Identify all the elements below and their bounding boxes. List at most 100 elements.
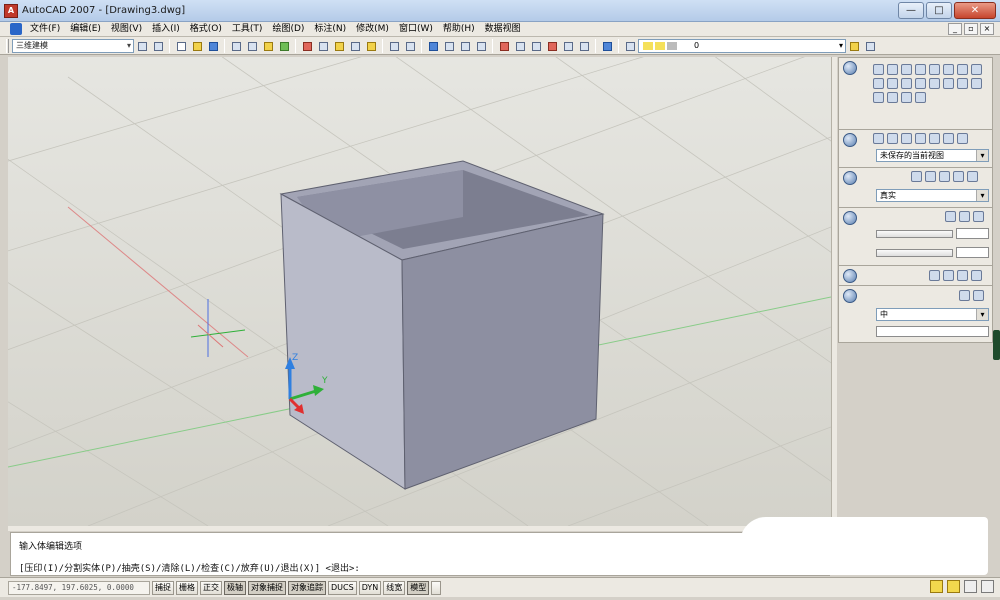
menu-file[interactable]: 文件(F) <box>25 22 65 37</box>
3d-make-panel-icon[interactable] <box>843 61 857 75</box>
lock-icon[interactable] <box>947 580 960 593</box>
dyn-toggle[interactable]: DYN <box>358 580 382 595</box>
3d-navigate-panel-icon[interactable] <box>843 133 857 147</box>
light-panel-icon[interactable] <box>843 211 857 225</box>
markup-icon[interactable] <box>561 39 575 53</box>
intersect-tool-icon[interactable] <box>873 92 884 103</box>
copy-icon[interactable] <box>316 39 330 53</box>
helix-tool-icon[interactable] <box>929 78 940 89</box>
warning-icon[interactable] <box>930 580 943 593</box>
sweep-tool-icon[interactable] <box>887 78 898 89</box>
subtract-tool-icon[interactable] <box>971 78 982 89</box>
perspective-icon[interactable] <box>957 133 968 144</box>
menu-insert[interactable]: 插入(I) <box>147 22 185 37</box>
snap-toggle[interactable]: 捕捉 <box>152 580 174 595</box>
torus-tool-icon[interactable] <box>943 64 954 75</box>
render-window-icon[interactable] <box>973 290 984 301</box>
save-icon[interactable] <box>206 39 220 53</box>
new-icon[interactable] <box>174 39 188 53</box>
model-space-canvas[interactable]: Z Y <box>8 57 831 526</box>
layer-select[interactable]: 0 <box>638 38 846 53</box>
menu-help[interactable]: 帮助(H) <box>438 22 480 37</box>
doc-restore-button[interactable]: ▫ <box>964 23 978 35</box>
visual-style-select[interactable]: 真实 <box>876 189 989 202</box>
command-window[interactable]: 输入体编辑选项 [压印(I)/分割实体(P)/抽壳(S)/清除(L)/检查(C)… <box>10 532 830 576</box>
visual-style-panel-icon[interactable] <box>843 171 857 185</box>
section-tool-icon[interactable] <box>901 92 912 103</box>
cut-icon[interactable] <box>300 39 314 53</box>
wireframe-style-icon[interactable] <box>911 171 922 182</box>
3d-dwf-icon[interactable] <box>277 39 291 53</box>
revolve-tool-icon[interactable] <box>873 78 884 89</box>
union-tool-icon[interactable] <box>957 78 968 89</box>
layer-manager-icon[interactable] <box>623 39 637 53</box>
otrack-toggle[interactable]: 对象追踪 <box>288 580 326 595</box>
redo-icon[interactable] <box>403 39 417 53</box>
ducs-toggle[interactable]: DUCS <box>328 580 357 595</box>
calculator-icon[interactable] <box>577 39 591 53</box>
print-icon[interactable] <box>229 39 243 53</box>
coordinate-display[interactable]: -177.8497, 197.6025, 0.0000 <box>8 580 150 595</box>
drawing-viewport[interactable]: Z Y <box>8 57 831 526</box>
print-preview-icon[interactable] <box>245 39 259 53</box>
materials-icon[interactable] <box>929 270 940 281</box>
menu-modify[interactable]: 修改(M) <box>351 22 394 37</box>
render-quality-select[interactable]: 中 <box>876 308 989 321</box>
osnap-toggle[interactable]: 对象捕捉 <box>248 580 286 595</box>
doc-minimize-button[interactable]: _ <box>948 23 962 35</box>
make-layer-current-icon[interactable] <box>847 39 861 53</box>
menu-view[interactable]: 视图(V) <box>106 22 147 37</box>
default-light-icon[interactable] <box>945 211 956 222</box>
doc-close-button[interactable]: × <box>980 23 994 35</box>
3d-pan-icon[interactable] <box>887 133 898 144</box>
horizontal-scrollbar[interactable] <box>8 526 837 531</box>
3d-zoom-icon[interactable] <box>901 133 912 144</box>
minimize-button[interactable]: — <box>898 2 924 19</box>
layer-previous-icon[interactable] <box>863 39 877 53</box>
menu-dimension[interactable]: 标注(N) <box>309 22 351 37</box>
lineweight-toggle[interactable]: 线宽 <box>383 580 406 595</box>
walk-icon[interactable] <box>915 133 926 144</box>
contrast-value[interactable] <box>956 247 989 258</box>
planar-surface-tool-icon[interactable] <box>943 78 954 89</box>
clean-screen-icon[interactable] <box>981 580 994 593</box>
realistic-style-icon[interactable] <box>939 171 950 182</box>
toolbar-grip[interactable] <box>6 38 9 53</box>
loft-tool-icon[interactable] <box>901 78 912 89</box>
maximize-button[interactable]: □ <box>926 2 952 19</box>
paste-icon[interactable] <box>332 39 346 53</box>
publish-icon[interactable] <box>261 39 275 53</box>
slice-tool-icon[interactable] <box>887 92 898 103</box>
model-toggle[interactable]: 模型 <box>407 580 430 595</box>
material-map-icon[interactable] <box>957 270 968 281</box>
menu-format[interactable]: 格式(O) <box>185 22 227 37</box>
layout-nav-icon[interactable] <box>431 580 442 595</box>
contrast-slider[interactable] <box>876 249 953 257</box>
cone-tool-icon[interactable] <box>901 64 912 75</box>
3d-orbit-icon[interactable] <box>873 133 884 144</box>
vertical-scrollbar[interactable] <box>831 57 837 526</box>
extrude-tool-icon[interactable] <box>971 64 982 75</box>
properties-icon[interactable] <box>497 39 511 53</box>
fly-icon[interactable] <box>929 133 940 144</box>
menu-edit[interactable]: 编辑(E) <box>65 22 106 37</box>
grid-toggle[interactable]: 栅格 <box>176 580 198 595</box>
pyramid-tool-icon[interactable] <box>957 64 968 75</box>
presspull-tool-icon[interactable] <box>915 78 926 89</box>
cylinder-tool-icon[interactable] <box>929 64 940 75</box>
visual-style-manager-icon[interactable] <box>967 171 978 182</box>
block-editor-icon[interactable] <box>364 39 378 53</box>
render-panel-icon[interactable] <box>843 289 857 303</box>
zoom-realtime-icon[interactable] <box>442 39 456 53</box>
zoom-window-icon[interactable] <box>458 39 472 53</box>
3d-move-tool-icon[interactable] <box>915 92 926 103</box>
document-icon[interactable] <box>10 23 22 35</box>
match-properties-icon[interactable] <box>348 39 362 53</box>
design-center-icon[interactable] <box>513 39 527 53</box>
workspace-settings-icon[interactable] <box>135 39 149 53</box>
named-view-select[interactable]: 未保存的当前视图 <box>876 149 989 162</box>
planar-map-icon[interactable] <box>971 270 982 281</box>
zoom-previous-icon[interactable] <box>474 39 488 53</box>
render-icon[interactable] <box>959 290 970 301</box>
sun-icon[interactable] <box>973 211 984 222</box>
